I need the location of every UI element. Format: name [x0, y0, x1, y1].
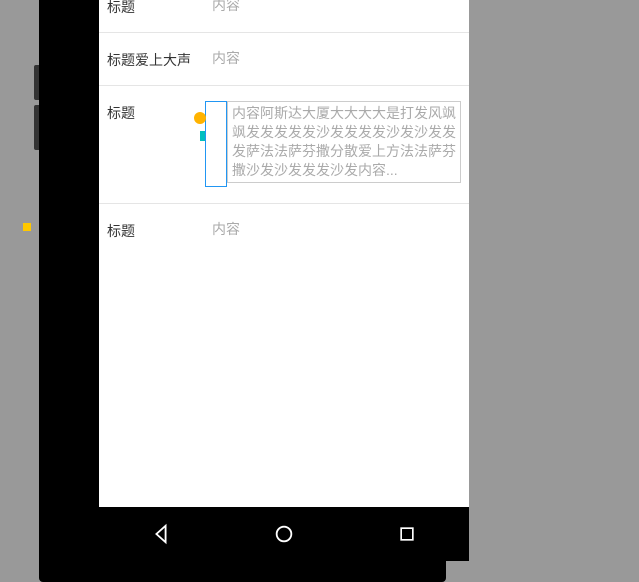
- phone-screen[interactable]: 标题 内容 标题爱上大声 内容 标题 内容阿斯达大厦大大大大是打发风飒飒发发发发…: [99, 0, 469, 507]
- selection-handle[interactable]: [200, 131, 205, 141]
- android-navbar: [99, 507, 469, 561]
- recent-icon: [397, 524, 417, 544]
- list-row[interactable]: 标题 内容: [99, 0, 469, 33]
- list-row-selected[interactable]: 标题 内容阿斯达大厦大大大大是打发风飒飒发发发发发沙发发发发沙发沙发发发萨法法萨…: [99, 86, 469, 204]
- nav-back-button[interactable]: [121, 514, 201, 554]
- back-icon: [150, 523, 172, 545]
- list-row[interactable]: 标题 内容: [99, 204, 469, 256]
- row-label: 标题: [107, 219, 212, 241]
- row-label: 标题爱上大声: [107, 48, 212, 70]
- row-label: 标题: [107, 101, 212, 123]
- nav-home-button[interactable]: [244, 514, 324, 554]
- row-label: 标题: [107, 0, 212, 17]
- list-row[interactable]: 标题爱上大声 内容: [99, 33, 469, 86]
- row-content-selected: 内容阿斯达大厦大大大大是打发风飒飒发发发发发沙发发发发沙发沙发发发萨法法萨芬撒分…: [227, 101, 461, 183]
- nav-recent-button[interactable]: [367, 514, 447, 554]
- phone-frame: 标题 内容 标题爱上大声 内容 标题 内容阿斯达大厦大大大大是打发风飒飒发发发发…: [39, 0, 446, 582]
- editor-marker: [23, 223, 31, 231]
- row-content: 内容: [212, 0, 461, 15]
- row-content: 内容: [212, 219, 461, 239]
- home-icon: [273, 523, 295, 545]
- row-content: 内容: [212, 48, 461, 68]
